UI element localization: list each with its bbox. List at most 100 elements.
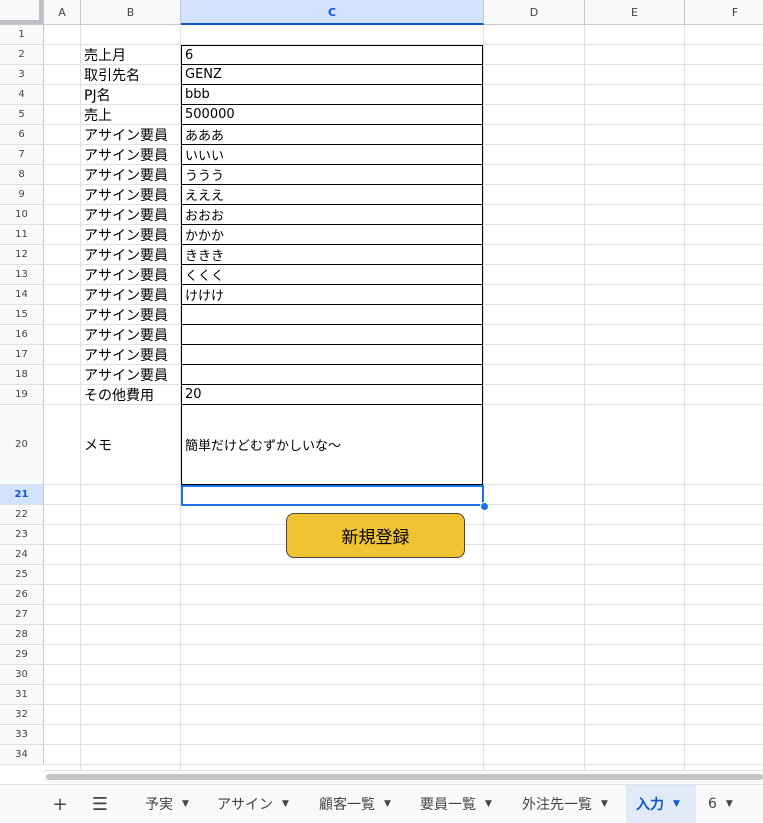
sheet-tab-label: 入力 (636, 797, 664, 813)
form-value-cell[interactable]: 20 (181, 385, 483, 405)
form-value-cell[interactable]: ききき (181, 245, 483, 265)
row-header-27[interactable]: 27 (0, 605, 44, 625)
sheet-tab[interactable]: 顧客一覧 ▼ (309, 785, 398, 823)
row-header-34[interactable]: 34 (0, 745, 44, 765)
form-value-cell[interactable] (181, 345, 483, 365)
row-header-11[interactable]: 11 (0, 225, 44, 245)
form-value-cell[interactable]: 簡単だけどむずかしいな～ (181, 405, 483, 485)
form-value-cell[interactable]: bbb (181, 85, 483, 105)
scrollbar-thumb[interactable] (46, 774, 763, 780)
form-value-cell[interactable]: えええ (181, 185, 483, 205)
row-header-15[interactable]: 15 (0, 305, 44, 325)
sheet-tab[interactable]: 要員一覧 ▼ (410, 785, 500, 823)
row-header-13[interactable]: 13 (0, 265, 44, 285)
sheet-tab-label: アサイン (217, 797, 273, 813)
form-label: アサイン要員 (84, 188, 168, 204)
form-value-cell[interactable]: あああ (181, 125, 483, 145)
caret-down-icon[interactable]: ▼ (726, 799, 733, 809)
column-header-d[interactable]: D (484, 0, 585, 25)
form-label: アサイン要員 (84, 128, 168, 144)
sheet-tab[interactable]: 外注先一覧 ▼ (512, 785, 614, 823)
row-gridline (44, 744, 763, 745)
row-header-29[interactable]: 29 (0, 645, 44, 665)
row-header-33[interactable]: 33 (0, 725, 44, 745)
row-header-21[interactable]: 21 (0, 485, 44, 505)
select-all-corner[interactable] (0, 0, 44, 25)
form-value-cell[interactable]: けけけ (181, 285, 483, 305)
row-header-31[interactable]: 31 (0, 685, 44, 705)
row-header-23[interactable]: 23 (0, 525, 44, 545)
plus-icon[interactable]: + (45, 785, 75, 823)
caret-down-icon[interactable]: ▼ (384, 799, 391, 809)
caret-down-icon[interactable]: ▼ (282, 799, 289, 809)
row-gridline (44, 724, 763, 725)
row-header-1[interactable]: 1 (0, 25, 44, 45)
column-header-c[interactable]: C (181, 0, 484, 25)
register-button[interactable]: 新規登録 (286, 513, 465, 558)
row-header-4[interactable]: 4 (0, 85, 44, 105)
caret-down-icon[interactable]: ▼ (673, 799, 680, 809)
row-header-20[interactable]: 20 (0, 405, 44, 485)
form-value-cell[interactable]: 6 (181, 45, 483, 65)
menu-icon[interactable]: ☰ (85, 785, 115, 823)
row-header-25[interactable]: 25 (0, 565, 44, 585)
form-label: 取引先名 (84, 68, 140, 84)
row-header-22[interactable]: 22 (0, 505, 44, 525)
sheet-tab-bar: + ☰ 予実 ▼ アサイン ▼ 顧客一覧 ▼ 要員一覧 ▼ 外注先一覧 ▼ 入力 ▼ 6 ▼ (0, 784, 763, 823)
column-header-b[interactable]: B (81, 0, 181, 25)
form-label: アサイン要員 (84, 368, 168, 384)
row-header-3[interactable]: 3 (0, 65, 44, 85)
row-gridline (44, 764, 763, 765)
column-header-f[interactable]: F (685, 0, 763, 25)
sheet-tab[interactable]: 6 ▼ (698, 785, 748, 823)
row-header-17[interactable]: 17 (0, 345, 44, 365)
column-header-e[interactable]: E (585, 0, 685, 25)
row-header-14[interactable]: 14 (0, 285, 44, 305)
form-value-cell[interactable]: おおお (181, 205, 483, 225)
row-header-24[interactable]: 24 (0, 545, 44, 565)
row-header-10[interactable]: 10 (0, 205, 44, 225)
form-label: PJ名 (84, 88, 111, 104)
row-gridline (44, 584, 763, 585)
row-header-32[interactable]: 32 (0, 705, 44, 725)
row-header-2[interactable]: 2 (0, 45, 44, 65)
sheet-tab-label: 顧客一覧 (319, 797, 375, 813)
form-value-cell[interactable] (181, 365, 483, 385)
row-header-12[interactable]: 12 (0, 245, 44, 265)
horizontal-scrollbar[interactable] (44, 770, 763, 783)
caret-down-icon[interactable]: ▼ (182, 799, 189, 809)
form-value-cell[interactable] (181, 305, 483, 325)
form-value-cell[interactable]: ううう (181, 165, 483, 185)
row-header-18[interactable]: 18 (0, 365, 44, 385)
row-gridline (44, 564, 763, 565)
column-header-a[interactable]: A (44, 0, 81, 25)
row-header-8[interactable]: 8 (0, 165, 44, 185)
form-value-cell[interactable] (181, 325, 483, 345)
column-gridline (684, 25, 685, 770)
fill-handle[interactable] (480, 502, 489, 511)
column-gridline (584, 25, 585, 770)
row-header-19[interactable]: 19 (0, 385, 44, 405)
form-value-cell[interactable]: いいい (181, 145, 483, 165)
column-gridline (483, 25, 484, 770)
caret-down-icon[interactable]: ▼ (601, 799, 608, 809)
row-header-26[interactable]: 26 (0, 585, 44, 605)
row-header-5[interactable]: 5 (0, 105, 44, 125)
row-header-6[interactable]: 6 (0, 125, 44, 145)
row-header-28[interactable]: 28 (0, 625, 44, 645)
sheet-tab[interactable]: 入力 ▼ (626, 785, 696, 823)
form-value-cell[interactable]: かかか (181, 225, 483, 245)
active-cell-C21[interactable] (181, 485, 484, 506)
row-header-16[interactable]: 16 (0, 325, 44, 345)
row-header-7[interactable]: 7 (0, 145, 44, 165)
caret-down-icon[interactable]: ▼ (485, 799, 492, 809)
sheet-tab[interactable]: アサイン ▼ (207, 785, 297, 823)
sheet-tab[interactable]: 予実 ▼ (135, 785, 199, 823)
row-header-30[interactable]: 30 (0, 665, 44, 685)
spreadsheet-grid[interactable]: ABCDEF 1 2 3 4 5 6 7 8 9 10 11 12 13 14 15 16 17 18 19 20 21… (0, 0, 763, 770)
form-value-cell[interactable]: くくく (181, 265, 483, 285)
form-value-cell[interactable]: GENZ (181, 65, 483, 85)
form-label: アサイン要員 (84, 308, 168, 324)
row-header-9[interactable]: 9 (0, 185, 44, 205)
form-value-cell[interactable]: 500000 (181, 105, 483, 125)
